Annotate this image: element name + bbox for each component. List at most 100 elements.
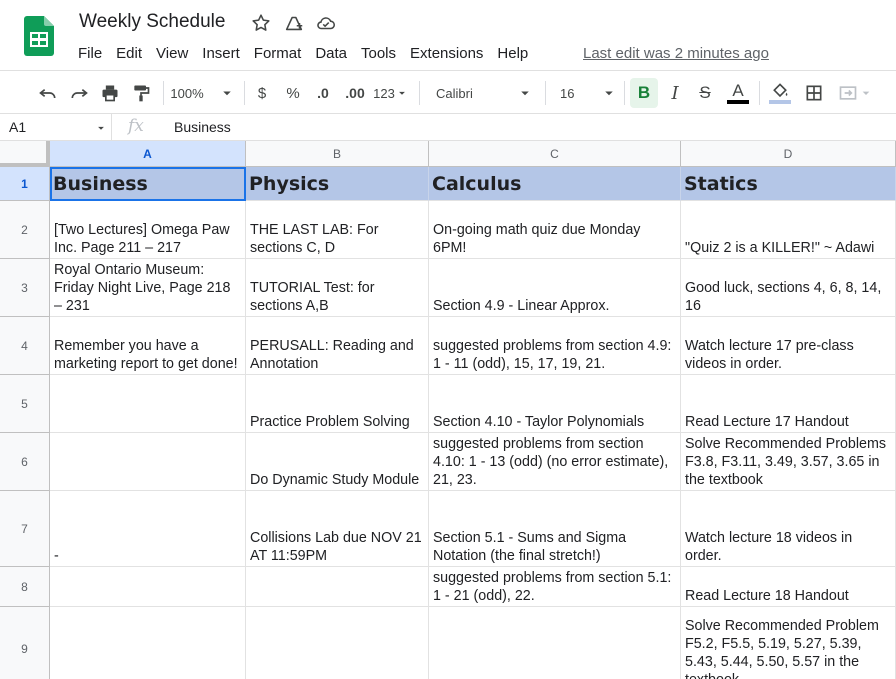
- menu-insert[interactable]: Insert: [195, 43, 247, 64]
- undo-button[interactable]: [36, 78, 60, 108]
- column-header-a[interactable]: A: [50, 141, 246, 167]
- column-header-b[interactable]: B: [246, 141, 429, 167]
- move-to-folder-icon[interactable]: [283, 12, 305, 34]
- currency-format-button[interactable]: $: [252, 78, 272, 108]
- row-header-1[interactable]: 1: [0, 167, 50, 201]
- row-header-2[interactable]: 2: [0, 201, 50, 259]
- cell-text: Good luck, sections 4, 6, 8, 14, 16: [685, 280, 882, 314]
- menu-data[interactable]: Data: [308, 43, 354, 64]
- cell-b7[interactable]: Collisions Lab due NOV 21 AT 11:59PM: [246, 491, 429, 567]
- row-header-6[interactable]: 6: [0, 433, 50, 491]
- toolbar-divider: [419, 81, 420, 105]
- paint-format-button[interactable]: [129, 78, 153, 108]
- cell-b5[interactable]: Practice Problem Solving: [246, 375, 429, 433]
- cell-b2[interactable]: THE LAST LAB: For sections C, D: [246, 201, 429, 259]
- cell-d4[interactable]: Watch lecture 17 pre-class videos in ord…: [681, 317, 896, 375]
- cell-a8[interactable]: [50, 567, 246, 607]
- cell-b3[interactable]: TUTORIAL Test: for sections A,B: [246, 259, 429, 317]
- cell-d8[interactable]: Read Lecture 18 Handout: [681, 567, 896, 607]
- row-header-7[interactable]: 7: [0, 491, 50, 567]
- cell-a4[interactable]: Remember you have a marketing report to …: [50, 317, 246, 375]
- cell-text: Section 4.9 - Linear Approx.: [433, 298, 610, 314]
- italic-button[interactable]: I: [662, 78, 688, 108]
- cell-a5[interactable]: [50, 375, 246, 433]
- merge-cells-button[interactable]: [834, 78, 878, 108]
- row-header-9[interactable]: 9: [0, 607, 50, 679]
- formula-input[interactable]: Business: [174, 119, 231, 135]
- menu-edit[interactable]: Edit: [109, 43, 149, 64]
- menu-view[interactable]: View: [149, 43, 195, 64]
- menu-bar: File Edit View Insert Format Data Tools …: [71, 43, 535, 64]
- decrease-decimal-button[interactable]: .0: [311, 78, 335, 108]
- cell-text: Do Dynamic Study Module: [250, 472, 420, 488]
- cell-text: Calculus: [432, 172, 522, 195]
- increase-decimal-button[interactable]: .00: [341, 78, 369, 108]
- chevron-down-icon: [98, 126, 104, 130]
- cell-c2[interactable]: On-going math quiz due Monday 6PM!: [429, 201, 681, 259]
- text-color-button[interactable]: A: [724, 78, 752, 108]
- cell-b9[interactable]: [246, 607, 429, 679]
- fill-color-button[interactable]: [766, 78, 794, 108]
- star-icon[interactable]: [250, 12, 272, 34]
- cell-a9[interactable]: [50, 607, 246, 679]
- print-button[interactable]: [98, 78, 122, 108]
- cell-c7[interactable]: Section 5.1 - Sums and Sigma Notation (t…: [429, 491, 681, 567]
- borders-button[interactable]: [801, 78, 827, 108]
- cell-b6[interactable]: Do Dynamic Study Module: [246, 433, 429, 491]
- font-family-select[interactable]: Calibri: [428, 78, 538, 108]
- cell-d7[interactable]: Watch lecture 18 videos in order.: [681, 491, 896, 567]
- cell-a6[interactable]: [50, 433, 246, 491]
- chevron-down-icon: [222, 91, 231, 96]
- cell-d1[interactable]: Statics: [681, 167, 896, 201]
- row-header-8[interactable]: 8: [0, 567, 50, 607]
- cell-text: Section 5.1 - Sums and Sigma Notation (t…: [433, 530, 627, 564]
- cell-b8[interactable]: [246, 567, 429, 607]
- last-edit-link[interactable]: Last edit was 2 minutes ago: [583, 45, 769, 62]
- bold-button[interactable]: B: [630, 78, 658, 108]
- cell-c3[interactable]: Section 4.9 - Linear Approx.: [429, 259, 681, 317]
- column-header-d[interactable]: D: [681, 141, 896, 167]
- cloud-saved-icon[interactable]: [315, 12, 337, 34]
- percent-format-button[interactable]: %: [283, 78, 303, 108]
- cell-c5[interactable]: Section 4.10 - Taylor Polynomials: [429, 375, 681, 433]
- row-header-3[interactable]: 3: [0, 259, 50, 317]
- cell-d5[interactable]: Read Lecture 17 Handout: [681, 375, 896, 433]
- cell-d3[interactable]: Good luck, sections 4, 6, 8, 14, 16: [681, 259, 896, 317]
- cell-d9[interactable]: Solve Recommended Problem F5.2, F5.5, 5.…: [681, 607, 896, 679]
- title-bar: Weekly Schedule File Edit View Insert Fo…: [0, 0, 896, 70]
- cell-a2[interactable]: [Two Lectures] Omega Paw Inc. Page 211 –…: [50, 201, 246, 259]
- column-header-c[interactable]: C: [429, 141, 681, 167]
- redo-button[interactable]: [67, 78, 91, 108]
- cell-text: Collisions Lab due NOV 21 AT 11:59PM: [250, 530, 422, 564]
- cell-a1[interactable]: Business: [50, 167, 246, 201]
- sheets-logo-icon[interactable]: [24, 16, 54, 56]
- menu-file[interactable]: File: [71, 43, 109, 64]
- zoom-select[interactable]: 100%: [170, 78, 236, 108]
- cell-text: THE LAST LAB: For sections C, D: [250, 222, 379, 256]
- cell-c6[interactable]: suggested problems from section 4.10: 1 …: [429, 433, 681, 491]
- menu-help[interactable]: Help: [490, 43, 535, 64]
- cell-c9[interactable]: [429, 607, 681, 679]
- cell-c8[interactable]: suggested problems from section 5.1: 1 -…: [429, 567, 681, 607]
- strikethrough-button[interactable]: S: [692, 78, 718, 108]
- cell-c4[interactable]: suggested problems from section 4.9: 1 -…: [429, 317, 681, 375]
- select-all-corner[interactable]: [0, 141, 50, 167]
- cell-b1[interactable]: Physics: [246, 167, 429, 201]
- row-header-5[interactable]: 5: [0, 375, 50, 433]
- name-box[interactable]: A1: [0, 114, 112, 140]
- chevron-down-icon: [862, 91, 870, 95]
- cell-text: TUTORIAL Test: for sections A,B: [250, 280, 375, 314]
- cell-a7[interactable]: -: [50, 491, 246, 567]
- cell-a3[interactable]: Royal Ontario Museum: Friday Night Live,…: [50, 259, 246, 317]
- menu-format[interactable]: Format: [247, 43, 309, 64]
- font-size-select[interactable]: 16: [552, 78, 620, 108]
- menu-extensions[interactable]: Extensions: [403, 43, 490, 64]
- cell-b4[interactable]: PERUSALL: Reading and Annotation: [246, 317, 429, 375]
- menu-tools[interactable]: Tools: [354, 43, 403, 64]
- more-formats-button[interactable]: 123: [372, 78, 410, 108]
- document-title[interactable]: Weekly Schedule: [79, 11, 225, 33]
- cell-c1[interactable]: Calculus: [429, 167, 681, 201]
- cell-d6[interactable]: Solve Recommended Problems F3.8, F3.11, …: [681, 433, 896, 491]
- cell-d2[interactable]: "Quiz 2 is a KILLER!" ~ Adawi: [681, 201, 896, 259]
- row-header-4[interactable]: 4: [0, 317, 50, 375]
